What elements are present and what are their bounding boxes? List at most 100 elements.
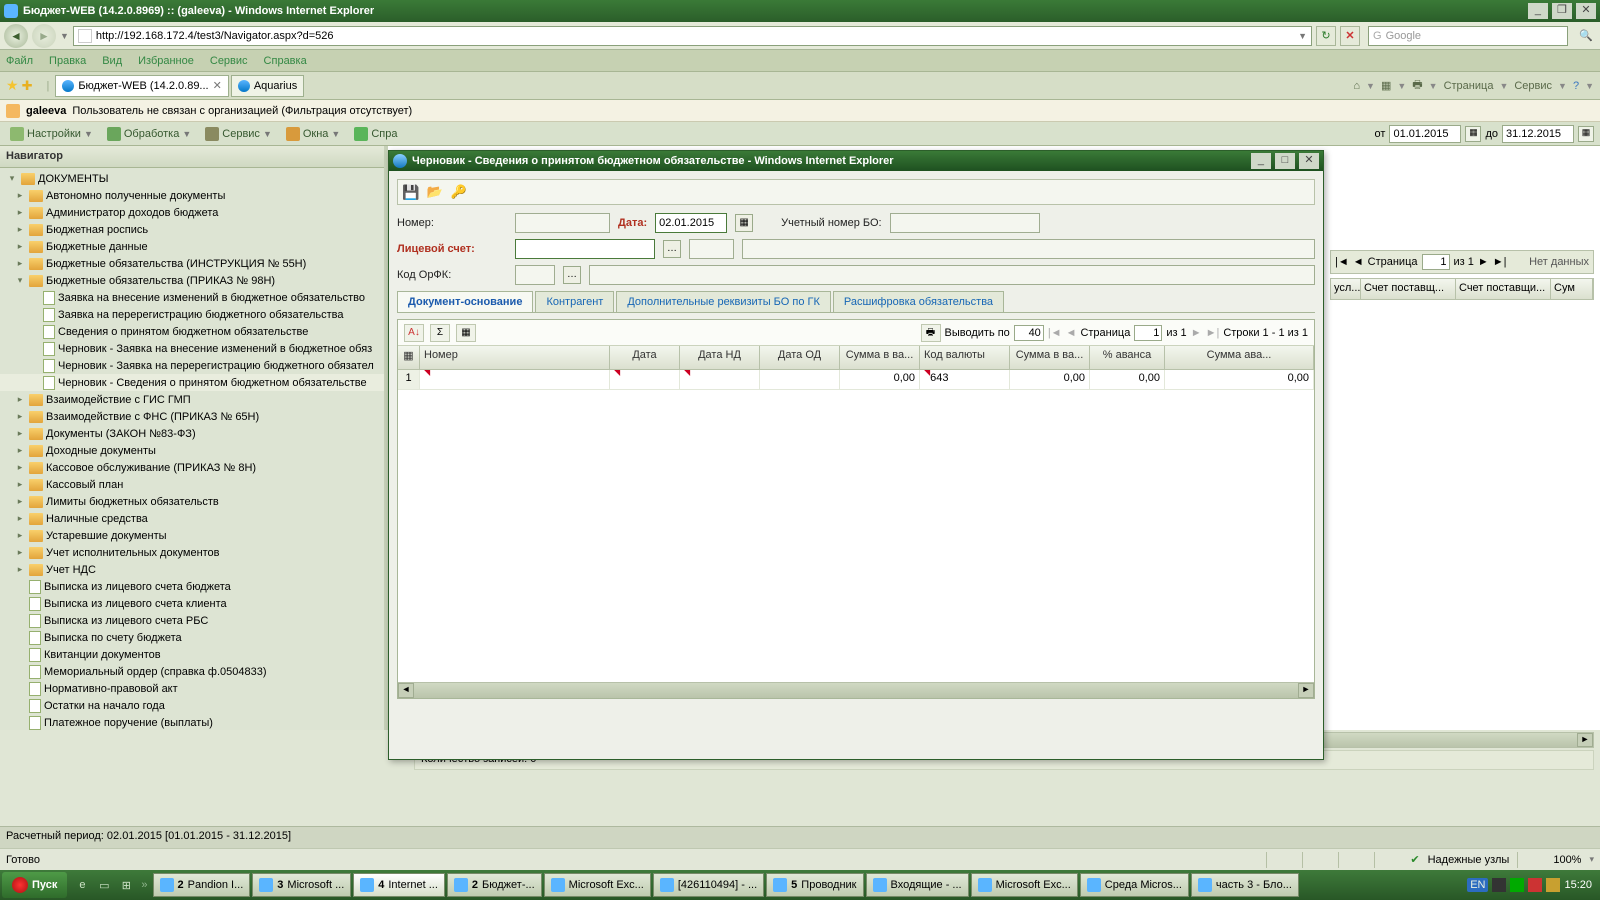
search-box[interactable]: G Google [1368,26,1568,46]
taskbar-button[interactable]: Microsoft Exc... [544,873,651,897]
open-icon[interactable]: 📂 [426,183,444,201]
grid-col[interactable]: Счет поставщи... [1456,279,1551,299]
tree-item[interactable]: ▸Администратор доходов бюджета [0,204,384,221]
home-icon[interactable]: ⌂ [1353,80,1360,92]
tree-item[interactable]: ▸Наличные средства [0,510,384,527]
page-input[interactable] [1134,325,1162,341]
tree-item[interactable]: Заявка на перерегистрацию бюджетного обя… [0,306,384,323]
menu-file[interactable]: Файл [6,55,33,67]
search-button[interactable]: 🔍 [1576,26,1596,46]
page-next-icon[interactable]: ► [1191,327,1202,339]
quicklaunch-desktop-icon[interactable]: ▭ [93,874,115,896]
tree-item[interactable]: ▸Автономно полученные документы [0,187,384,204]
tree-item[interactable]: Выписка из лицевого счета РБС [0,612,384,629]
tree-item[interactable]: ▸Взаимодействие с ГИС ГМП [0,391,384,408]
cell-date[interactable]: ◥ [610,370,680,389]
tree-item[interactable]: Черновик - Сведения о принятом бюджетном… [0,374,384,391]
grid-col[interactable]: Сум [1551,279,1593,299]
popup-close-button[interactable]: ✕ [1299,153,1319,169]
page-menu[interactable]: Страница [1444,80,1494,92]
date-from-picker-icon[interactable]: ▦ [1465,126,1481,142]
taskbar-button[interactable]: 3 Microsoft ... [252,873,351,897]
date-input[interactable] [655,213,727,233]
date-to-input[interactable] [1502,125,1574,143]
feeds-icon[interactable]: ▦ [1381,79,1391,92]
taskbar-button[interactable]: [426110494] - ... [653,873,764,897]
grid-col[interactable]: % аванса [1090,346,1165,369]
number-input[interactable] [515,213,610,233]
close-button[interactable]: ✕ [1576,3,1596,19]
ls-input[interactable] [515,239,655,259]
restore-button[interactable]: ❐ [1552,3,1572,19]
add-favorite-icon[interactable]: ✚ [22,78,33,94]
grid-col[interactable]: Дата НД [680,346,760,369]
grid-col[interactable]: Номер [420,346,610,369]
taskbar-button[interactable]: 2 Pandion I... [153,873,251,897]
start-button[interactable]: Пуск [2,872,67,898]
orfk-picker-icon[interactable]: … [563,266,581,284]
minimize-button[interactable]: _ [1528,3,1548,19]
page-prev-icon[interactable]: ◄ [1066,327,1077,339]
taskbar-button[interactable]: Microsoft Exc... [971,873,1078,897]
stop-button[interactable]: ✕ [1340,26,1360,46]
settings-button[interactable]: Настройки▼ [6,127,97,141]
tree-item[interactable]: ▸Кассовый план [0,476,384,493]
tools-menu[interactable]: Сервис [1514,80,1552,92]
date-to-picker-icon[interactable]: ▦ [1578,126,1594,142]
tree-item[interactable]: Сведения о принятом бюджетном обязательс… [0,323,384,340]
tab-extra[interactable]: Дополнительные реквизиты БО по ГК [616,291,831,312]
sort-icon[interactable]: A↓ [404,324,424,342]
menu-edit[interactable]: Правка [49,55,86,67]
back-button[interactable]: ◄ [4,24,28,48]
taskbar-button[interactable]: 4 Internet ... [353,873,445,897]
tree-item[interactable]: Выписка из лицевого счета бюджета [0,578,384,595]
cell-date-od[interactable] [760,370,840,389]
popup-maximize-button[interactable]: □ [1275,153,1295,169]
tree-item[interactable]: ▾ДОКУМЕНТЫ [0,170,384,187]
refresh-button[interactable]: ↻ [1316,26,1336,46]
save-icon[interactable]: 💾 [402,183,420,201]
tree-item[interactable]: Выписка по счету бюджета [0,629,384,646]
print-icon[interactable]: 🖶 [1412,76,1422,95]
tab-decode[interactable]: Расшифровка обязательства [833,291,1004,312]
grid-col[interactable]: Счет поставщ... [1361,279,1456,299]
lang-indicator[interactable]: EN [1467,878,1488,892]
zoom-label[interactable]: 100% [1553,854,1581,866]
grid-col-sel[interactable]: ▦ [398,346,420,369]
tree-item[interactable]: Платежное поручение (выплаты) [0,714,384,730]
tree-item[interactable]: ▸Учет исполнительных документов [0,544,384,561]
showby-input[interactable] [1014,325,1044,341]
columns-icon[interactable]: ▦ [456,324,476,342]
orfk-input[interactable] [515,265,555,285]
tray-icon[interactable] [1492,878,1506,892]
date-from-input[interactable] [1389,125,1461,143]
tray-icon[interactable] [1510,878,1524,892]
grid-col[interactable]: Сумма ава... [1165,346,1314,369]
cell-sum2[interactable]: 0,00 [1010,370,1090,389]
help-button[interactable]: Спра [350,127,401,141]
tree-item[interactable]: Выписка из лицевого счета клиента [0,595,384,612]
menu-service[interactable]: Сервис [210,55,248,67]
address-bar[interactable]: http://192.168.172.4/test3/Navigator.asp… [73,26,1312,46]
tree-item[interactable]: ▸Взаимодействие с ФНС (ПРИКАЗ № 65Н) [0,408,384,425]
tab-doc-basis[interactable]: Документ-основание [397,291,533,312]
menu-help[interactable]: Справка [264,55,307,67]
tree-item[interactable]: Квитанции документов [0,646,384,663]
tree-item[interactable]: Черновик - Заявка на перерегистрацию бюд… [0,357,384,374]
tree-item[interactable]: Заявка на внесение изменений в бюджетное… [0,289,384,306]
process-button[interactable]: Обработка▼ [103,127,195,141]
date-picker-icon[interactable]: ▦ [735,214,753,232]
page-last-icon[interactable]: ►| [1493,256,1507,268]
orfk-name-input[interactable] [589,265,1315,285]
cell-number[interactable]: ◥ [420,370,610,389]
print-grid-icon[interactable]: 🖶 [921,324,941,342]
navigator-tree[interactable]: ▾ДОКУМЕНТЫ▸Автономно полученные документ… [0,168,384,730]
close-tab-icon[interactable]: ✕ [213,79,222,92]
tree-item[interactable]: Остатки на начало года [0,697,384,714]
page-first-icon[interactable]: |◄ [1048,327,1062,339]
tree-item[interactable]: ▸Лимиты бюджетных обязательств [0,493,384,510]
taskbar-button[interactable]: Входящие - ... [866,873,969,897]
clock[interactable]: 15:20 [1564,879,1592,891]
popup-minimize-button[interactable]: _ [1251,153,1271,169]
tree-item[interactable]: ▾Бюджетные обязательства (ПРИКАЗ № 98Н) [0,272,384,289]
